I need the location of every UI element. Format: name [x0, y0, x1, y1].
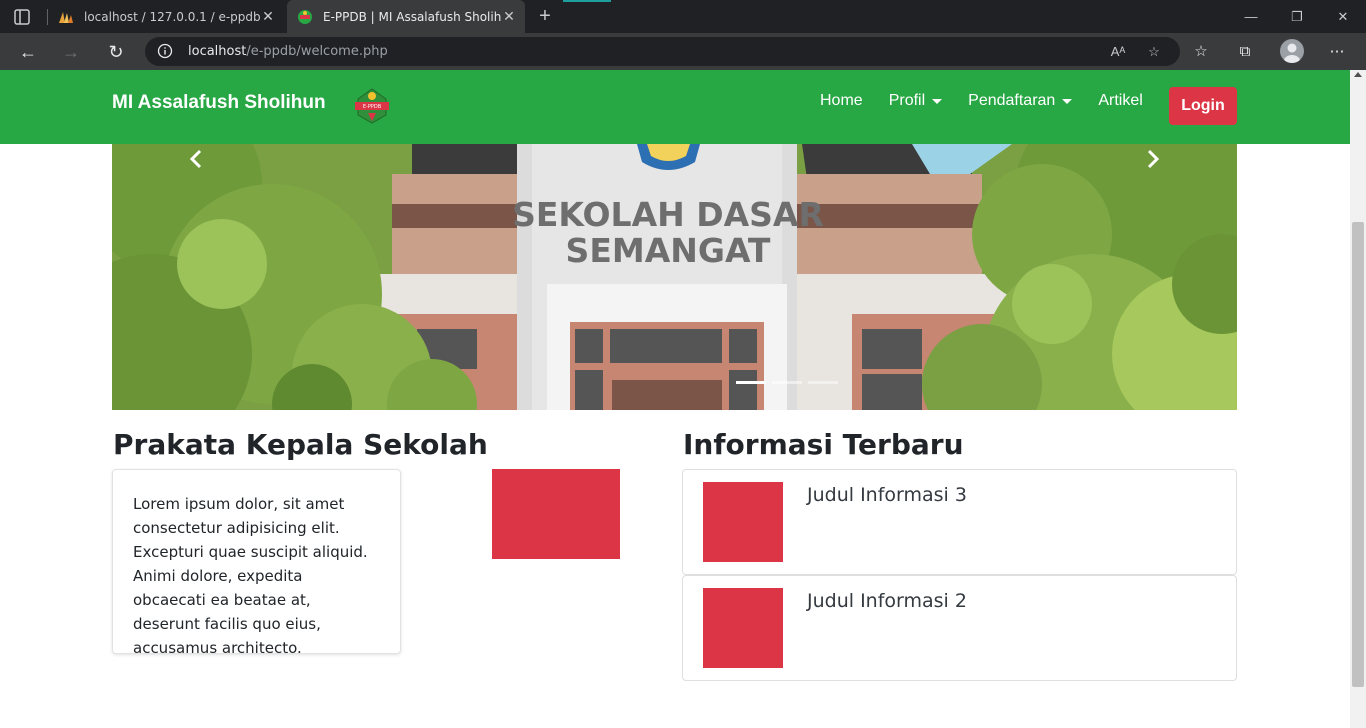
more-menu-icon[interactable]: ⋯: [1326, 41, 1348, 63]
read-aloud-icon[interactable]: Aᴬ: [1109, 43, 1127, 61]
phpmyadmin-favicon-icon: [59, 11, 73, 23]
favorites-icon[interactable]: ☆: [1190, 41, 1212, 63]
restore-icon[interactable]: ❐: [1274, 0, 1320, 33]
carousel-next-icon[interactable]: [1137, 144, 1167, 174]
prakata-heading: Prakata Kepala Sekolah: [113, 428, 488, 461]
carousel-indicator[interactable]: [772, 381, 802, 384]
info-thumbnail: [703, 482, 783, 562]
scroll-thumb[interactable]: [1352, 222, 1364, 687]
eppdb-favicon-icon: [298, 9, 312, 24]
carousel-indicator[interactable]: [808, 381, 838, 384]
school-building-illustration: SEKOLAH DASAR SEMANGAT: [112, 144, 1237, 410]
info-title[interactable]: Judul Informasi 3: [807, 484, 967, 506]
tab-phpmyadmin[interactable]: localhost / 127.0.0.1 / e-ppdb | p ✕: [48, 0, 284, 33]
nav-artikel[interactable]: Artikel: [1098, 92, 1142, 110]
hero-carousel: SEKOLAH DASAR SEMANGAT: [112, 144, 1237, 410]
login-button[interactable]: Login: [1169, 87, 1237, 125]
collections-icon[interactable]: ⧉: [1234, 41, 1256, 63]
carousel-indicator[interactable]: [736, 381, 766, 384]
nav-home[interactable]: Home: [820, 92, 863, 110]
close-tab-icon[interactable]: ✕: [260, 9, 276, 25]
school-logo-icon[interactable]: E-PPDB: [352, 87, 392, 125]
info-card[interactable]: Judul Informasi 3: [682, 469, 1237, 575]
page-scrollbar[interactable]: [1350, 70, 1366, 728]
tab-actions-icon[interactable]: [12, 7, 32, 27]
nav-links: Home Profil Pendaftaran Artikel: [820, 92, 1169, 110]
logo-text: E-PPDB: [363, 104, 382, 110]
new-tab-icon[interactable]: +: [534, 4, 556, 28]
add-favorite-icon[interactable]: ☆: [1145, 43, 1163, 61]
back-icon[interactable]: ←: [15, 39, 41, 65]
site-navbar: MI Assalafush Sholihun E-PPDB Home Profi…: [0, 70, 1350, 144]
caret-down-icon: [932, 98, 943, 104]
sign-text-line2: SEMANGAT: [566, 231, 771, 270]
tab-title: E-PPDB | MI Assalafush Sholihun: [323, 9, 501, 24]
page-viewport: MI Assalafush Sholihun E-PPDB Home Profi…: [0, 70, 1350, 728]
prakata-card: Lorem ipsum dolor, sit amet consectetur …: [112, 469, 401, 657]
close-window-icon[interactable]: ✕: [1320, 0, 1366, 33]
profile-avatar-icon[interactable]: [1280, 39, 1304, 63]
nav-pendaftaran[interactable]: Pendaftaran: [968, 92, 1073, 110]
site-info-icon[interactable]: [157, 43, 173, 59]
minimize-icon[interactable]: —: [1228, 0, 1274, 33]
tab-accent-bar: [563, 0, 611, 2]
tab-eppdb[interactable]: E-PPDB | MI Assalafush Sholihun ✕: [287, 0, 525, 33]
nav-profil-label: Profil: [888, 92, 926, 109]
url-path: /e-ppdb/welcome.php: [246, 44, 388, 59]
caret-down-icon: [1062, 98, 1073, 104]
prakata-body: Lorem ipsum dolor, sit amet consectetur …: [133, 495, 368, 657]
scroll-up-icon[interactable]: [1354, 72, 1362, 77]
site-brand[interactable]: MI Assalafush Sholihun: [112, 92, 326, 114]
url-text: localhost/e-ppdb/welcome.php: [188, 44, 388, 59]
carousel-prev-icon[interactable]: [182, 144, 212, 174]
close-tab-icon[interactable]: ✕: [501, 9, 517, 25]
address-bar[interactable]: localhost/e-ppdb/welcome.php Aᴬ ☆: [145, 37, 1180, 66]
browser-tab-bar: localhost / 127.0.0.1 / e-ppdb | p ✕ E-P…: [0, 0, 1366, 33]
forward-icon[interactable]: →: [58, 39, 84, 65]
browser-toolbar: ← → ↻ localhost/e-ppdb/welcome.php Aᴬ ☆ …: [0, 33, 1366, 70]
informasi-heading: Informasi Terbaru: [683, 428, 964, 461]
tab-title: localhost / 127.0.0.1 / e-ppdb | p: [84, 9, 260, 24]
info-card[interactable]: Judul Informasi 2: [682, 575, 1237, 681]
url-host: localhost: [188, 44, 247, 59]
nav-home-label: Home: [820, 92, 863, 109]
carousel-indicators: [736, 381, 838, 384]
nav-pendaftaran-label: Pendaftaran: [968, 92, 1056, 109]
info-title[interactable]: Judul Informasi 2: [807, 590, 967, 612]
nav-profil[interactable]: Profil: [888, 92, 943, 110]
kepala-sekolah-photo: [492, 469, 620, 559]
nav-artikel-label: Artikel: [1098, 92, 1143, 109]
refresh-icon[interactable]: ↻: [103, 39, 129, 65]
info-thumbnail: [703, 588, 783, 668]
sign-text-line1: SEKOLAH DASAR: [512, 195, 824, 234]
